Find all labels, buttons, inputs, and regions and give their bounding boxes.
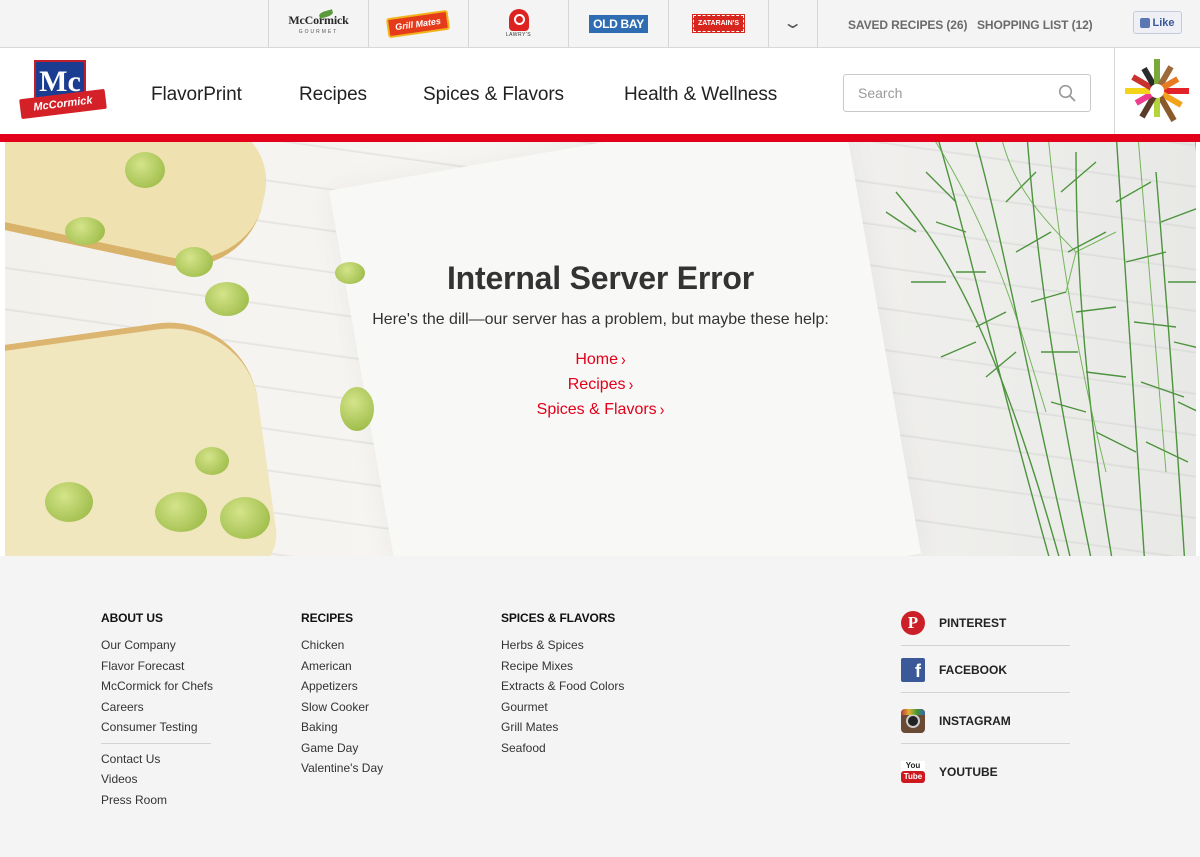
footer-link[interactable]: American: [301, 656, 383, 677]
youtube-icon: You Tube: [901, 760, 925, 784]
footer-link[interactable]: Slow Cooker: [301, 697, 383, 718]
brand-old-bay[interactable]: OLD BAY: [568, 0, 668, 47]
zatarains-logo: ZATARAIN'S: [691, 14, 746, 33]
brand-zatarains[interactable]: ZATARAIN'S: [668, 0, 768, 47]
nav-flavorprint[interactable]: FlavorPrint: [151, 84, 242, 106]
footer-link[interactable]: Videos: [101, 769, 213, 790]
social-instagram-link[interactable]: INSTAGRAM: [901, 698, 1070, 744]
social-pinterest-link[interactable]: P PINTEREST: [901, 600, 1070, 646]
home-link-label: Home: [575, 351, 618, 368]
social-label: YOUTUBE: [939, 765, 998, 779]
social-facebook-link[interactable]: f FACEBOOK: [901, 647, 1070, 693]
nav-health-wellness[interactable]: Health & Wellness: [624, 84, 777, 106]
home-link[interactable]: Home ›: [5, 349, 1196, 369]
error-message: Internal Server Error Here's the dill—ou…: [5, 142, 1196, 556]
footer-link[interactable]: Appetizers: [301, 676, 383, 697]
error-subtitle: Here's the dill—our server has a problem…: [372, 311, 829, 328]
footer-spices-heading: SPICES & FLAVORS: [501, 611, 616, 625]
footer-link[interactable]: Seafood: [501, 738, 624, 759]
footer-about-column: ABOUT US Our Company Flavor Forecast McC…: [101, 611, 213, 810]
brand-grill-mates[interactable]: Grill Mates: [368, 0, 468, 47]
chevron-down-icon: ⌄: [782, 14, 804, 32]
thumbs-up-icon: [1140, 17, 1151, 28]
facebook-like-button[interactable]: Like: [1133, 11, 1182, 34]
footer-divider: [101, 742, 211, 744]
social-label: PINTEREST: [939, 615, 1007, 630]
footer-link[interactable]: Grill Mates: [501, 717, 624, 738]
footer-link[interactable]: Press Room: [101, 790, 213, 811]
search-icon[interactable]: [1058, 84, 1076, 102]
spices-flavors-link[interactable]: Spices & Flavors ›: [5, 399, 1196, 419]
footer-spices-column: SPICES & FLAVORS Herbs & Spices Recipe M…: [501, 611, 624, 758]
search-box: [843, 74, 1091, 112]
chevron-right-icon: ›: [621, 349, 626, 369]
brand-lawrys[interactable]: LAWRY'S: [468, 0, 568, 47]
pinterest-icon: P: [901, 610, 925, 635]
footer-link[interactable]: Extracts & Food Colors: [501, 676, 624, 697]
saved-recipes-link[interactable]: SAVED RECIPES (26): [848, 18, 967, 32]
shopping-list-link[interactable]: SHOPPING LIST (12): [977, 18, 1093, 32]
grill-mates-logo: Grill Mates: [386, 9, 451, 38]
old-bay-logo: OLD BAY: [589, 14, 648, 33]
flavorprint-wheel-icon[interactable]: [1114, 48, 1200, 134]
footer-link[interactable]: Herbs & Spices: [501, 635, 624, 656]
footer-link[interactable]: Chicken: [301, 635, 383, 656]
brand-mccormick-gourmet-sub: GOURMET: [298, 28, 339, 35]
lawrys-logo-icon: [508, 9, 529, 31]
brand-bar: McCormick GOURMET Grill Mates LAWRY'S OL…: [0, 0, 1200, 48]
chevron-right-icon: ›: [628, 374, 634, 394]
mccormick-logo[interactable]: Mc McCormick: [19, 59, 108, 124]
site-footer: ABOUT US Our Company Flavor Forecast McC…: [0, 556, 1200, 857]
footer-link[interactable]: Our Company: [101, 635, 213, 656]
recipes-link-label: Recipes: [567, 376, 626, 393]
more-brands-button[interactable]: ⌄: [768, 0, 818, 47]
error-hero: Internal Server Error Here's the dill—ou…: [5, 142, 1196, 556]
footer-link[interactable]: Flavor Forecast: [101, 656, 213, 677]
footer-link[interactable]: Careers: [101, 697, 213, 718]
nav-spices-flavors[interactable]: Spices & Flavors: [423, 84, 564, 106]
nav-recipes[interactable]: Recipes: [299, 84, 367, 106]
site-header: Mc McCormick FlavorPrint Recipes Spices …: [0, 48, 1200, 134]
footer-link[interactable]: Contact Us: [101, 749, 213, 770]
recipes-link[interactable]: Recipes ›: [5, 374, 1196, 394]
social-youtube-link[interactable]: You Tube YOUTUBE: [901, 749, 1070, 795]
footer-link[interactable]: Consumer Testing: [101, 717, 213, 738]
lawrys-logo-text: LAWRY'S: [505, 32, 532, 38]
footer-recipes-heading: RECIPES: [301, 611, 353, 625]
like-label: Like: [1152, 16, 1175, 29]
footer-link[interactable]: McCormick for Chefs: [101, 676, 213, 697]
logo-ribbon: McCormick: [19, 88, 107, 120]
footer-link[interactable]: Baking: [301, 717, 383, 738]
footer-link[interactable]: Gourmet: [501, 697, 624, 718]
footer-link[interactable]: Game Day: [301, 738, 383, 759]
footer-link[interactable]: Recipe Mixes: [501, 656, 624, 677]
instagram-icon: [901, 708, 925, 733]
footer-about-heading: ABOUT US: [101, 611, 163, 625]
footer-recipes-column: RECIPES Chicken American Appetizers Slow…: [301, 611, 383, 779]
social-label: INSTAGRAM: [939, 713, 1011, 728]
header-accent-bar: [0, 134, 1200, 142]
social-label: FACEBOOK: [939, 662, 1008, 677]
search-input[interactable]: [844, 75, 1044, 111]
chevron-right-icon: ›: [659, 399, 665, 419]
facebook-icon: f: [901, 657, 925, 682]
brand-mccormick-gourmet[interactable]: McCormick GOURMET: [268, 0, 368, 47]
spices-flavors-link-label: Spices & Flavors: [536, 401, 657, 418]
footer-link[interactable]: Valentine's Day: [301, 758, 383, 779]
error-title: Internal Server Error: [446, 260, 755, 296]
